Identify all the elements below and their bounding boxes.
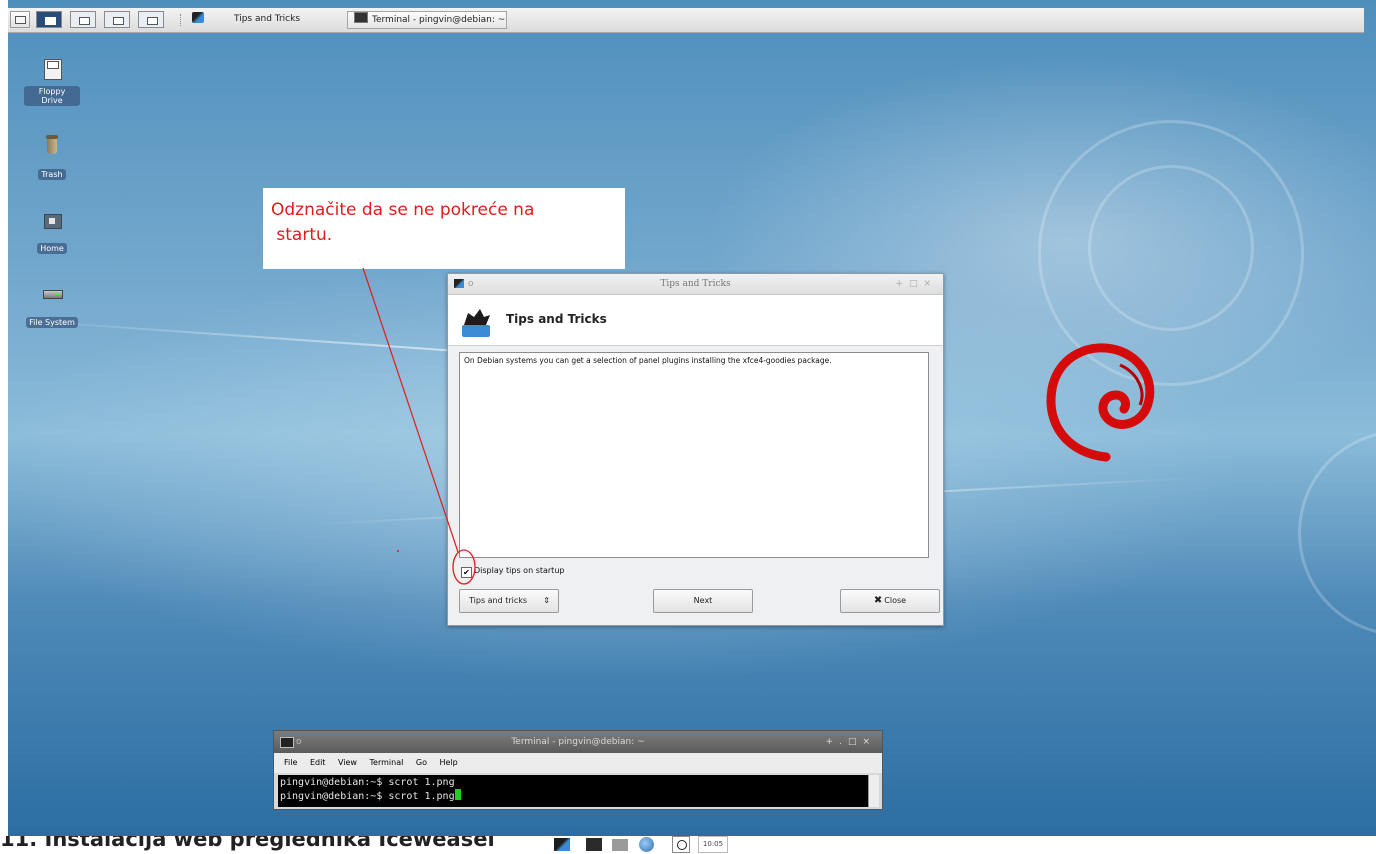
annotation-arrow-line (362, 267, 459, 553)
caption-text: 11. Instalacija web preglednika Icewease… (0, 836, 495, 851)
desktop: Tips and Tricks Terminal - pingvin@debia… (8, 0, 1376, 836)
window-menu-icon[interactable]: o (296, 731, 302, 753)
pin-icon[interactable]: + (826, 737, 840, 747)
terminal-cursor (454, 789, 461, 800)
close-icon[interactable]: × (862, 737, 876, 747)
terminal-line: pingvin@debian:~$ scrot 1.png (280, 777, 455, 788)
terminal-line: pingvin@debian:~$ scrot 1.png (280, 791, 455, 802)
annotation-circle (452, 549, 476, 585)
terminal-line-current: pingvin@debian:~$ scrot 1.png (280, 789, 866, 803)
web-browser-icon[interactable] (636, 836, 656, 853)
terminal-icon (280, 737, 294, 748)
bottom-panel: 10:05 (546, 836, 794, 854)
menu-help[interactable]: Help (440, 758, 458, 767)
menu-view[interactable]: View (338, 758, 357, 767)
terminal-title: Terminal - pingvin@debian: ~ (511, 737, 645, 747)
file-manager-icon[interactable] (610, 836, 630, 853)
menu-go[interactable]: Go (416, 758, 427, 767)
window-controls: +.□× (826, 731, 876, 753)
menu-edit[interactable]: Edit (310, 758, 326, 767)
terminal-screen[interactable]: pingvin@debian:~$ scrot 1.png pingvin@de… (278, 775, 868, 807)
terminal-menubar: File Edit View Terminal Go Help (274, 753, 882, 773)
power-icon[interactable] (672, 836, 690, 853)
menu-file[interactable]: File (284, 758, 297, 767)
minimize-icon[interactable]: . (839, 737, 848, 747)
xfce-menu-icon[interactable] (552, 836, 572, 853)
annotation-dot (397, 550, 399, 552)
terminal-scrollbar[interactable] (868, 775, 879, 807)
menu-terminal[interactable]: Terminal (370, 758, 404, 767)
terminal-launcher-icon[interactable] (584, 836, 604, 853)
clock[interactable]: 10:05 (698, 836, 728, 853)
annotation-overlay (362, 267, 476, 585)
maximize-icon[interactable]: □ (848, 737, 863, 747)
terminal-titlebar[interactable]: o Terminal - pingvin@debian: ~ +.□× (274, 731, 882, 753)
terminal-window: o Terminal - pingvin@debian: ~ +.□× File… (273, 730, 883, 810)
